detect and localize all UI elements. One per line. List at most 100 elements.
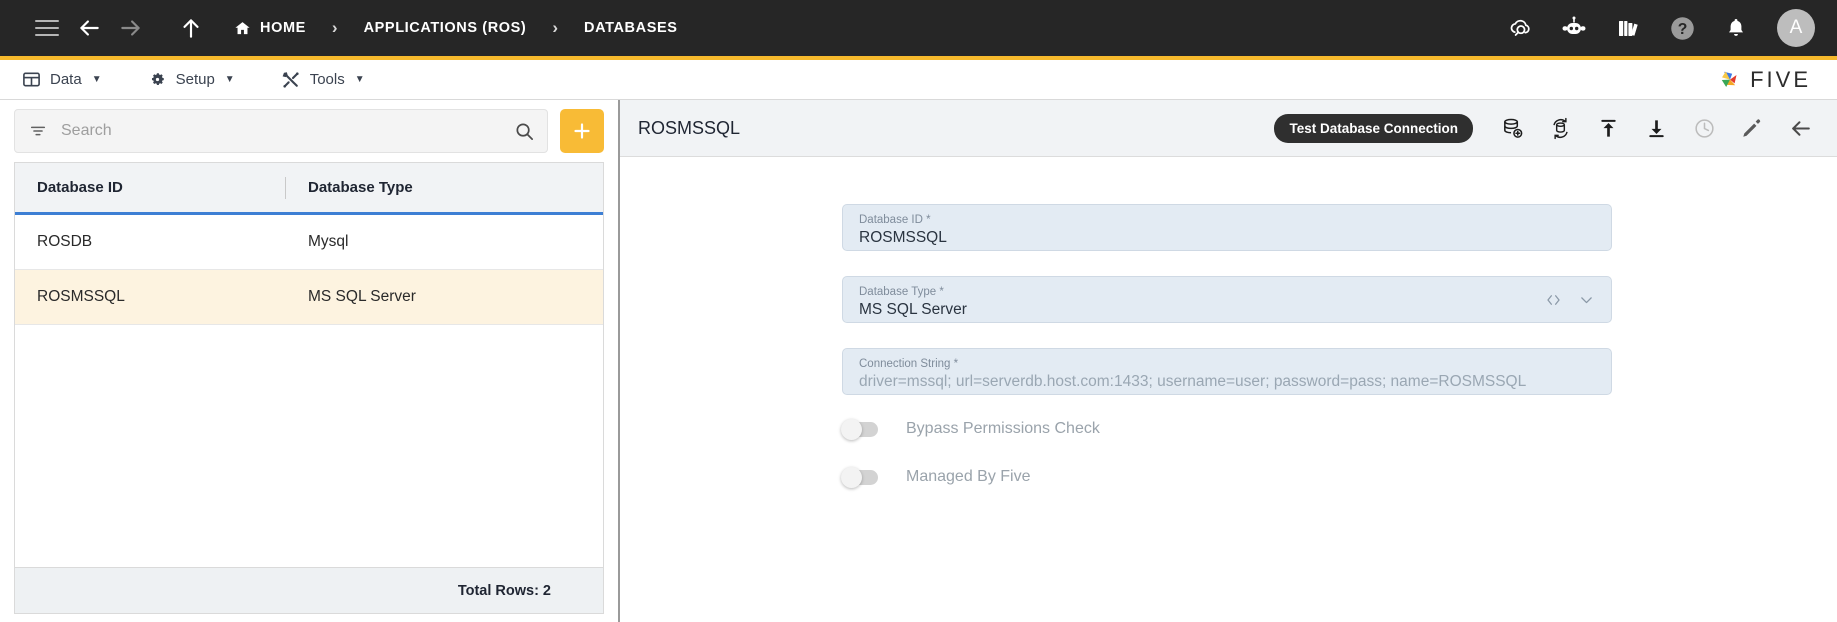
field-label: Database ID * [859, 214, 931, 226]
history-clock-icon [1694, 118, 1714, 138]
table-row[interactable]: ROSMSSQL MS SQL Server [15, 270, 603, 325]
upload-button[interactable] [1593, 113, 1623, 143]
help-circle-icon: ? [1670, 16, 1694, 40]
test-database-connection-button[interactable]: Test Database Connection [1274, 113, 1473, 143]
breadcrumb-label: DATABASES [584, 20, 678, 36]
bell-icon [1729, 19, 1743, 36]
form-column: Database ID * ROSMSSQL Database Type * M… [841, 204, 1612, 488]
database-sync-icon [1552, 117, 1568, 139]
code-brackets-icon[interactable] [1545, 291, 1562, 308]
cell-database-type: Mysql [308, 233, 349, 250]
menu-tools-label: Tools [309, 71, 345, 88]
bypass-permissions-label: Bypass Permissions Check [906, 420, 1100, 437]
search-input[interactable] [47, 122, 514, 140]
grid-body: ROSDB Mysql ROSMSSQL MS SQL Server [15, 215, 603, 567]
database-id-value: ROSMSSQL [859, 229, 947, 246]
breadcrumb-separator: › [331, 18, 338, 37]
left-panel-spacer [0, 614, 618, 622]
gear-icon [148, 70, 167, 89]
database-add-button[interactable] [1497, 113, 1527, 143]
hamburger-menu-button[interactable] [26, 7, 68, 49]
arrow-up-icon [183, 19, 199, 38]
grid-table-icon [22, 70, 41, 89]
total-rows-label: Total Rows: 2 [15, 567, 603, 613]
database-add-icon [1503, 118, 1522, 138]
breadcrumb-item-home[interactable]: HOME [234, 20, 306, 37]
menu-setup-label: Setup [175, 71, 215, 88]
cell-database-id: ROSMSSQL [37, 288, 125, 305]
download-button[interactable] [1641, 113, 1671, 143]
library-docs-button[interactable] [1611, 11, 1645, 45]
breadcrumb-item-databases[interactable]: DATABASES [584, 20, 677, 36]
user-avatar[interactable]: A [1777, 9, 1815, 47]
search-box[interactable] [14, 109, 548, 153]
menu-tools[interactable]: Tools ▼ [281, 70, 365, 90]
help-button[interactable]: ? [1665, 11, 1699, 45]
cloud-search-button[interactable] [1503, 11, 1537, 45]
workspace: Database ID Database Type ROSDB Mysql RO… [0, 100, 1837, 622]
nav-back-button[interactable] [68, 7, 110, 49]
magnifier-icon[interactable] [514, 121, 535, 142]
assistant-bot-button[interactable] [1557, 11, 1591, 45]
bypass-permissions-row: Bypass Permissions Check [841, 418, 1612, 440]
database-id-field[interactable]: Database ID * ROSMSSQL [842, 204, 1612, 251]
chevron-down-icon: ▼ [224, 74, 235, 85]
close-detail-button[interactable] [1785, 113, 1815, 143]
column-header-database-id[interactable]: Database ID [15, 179, 285, 196]
nav-forward-button[interactable] [110, 7, 152, 49]
menu-setup[interactable]: Setup ▼ [148, 70, 235, 89]
search-toolbar [0, 100, 618, 162]
svg-text:?: ? [1677, 21, 1687, 38]
detail-header: ROSMSSQL Test Database Connection [620, 100, 1837, 157]
edit-button[interactable] [1737, 113, 1767, 143]
application-menu-bar: Data ▼ Setup ▼ Tools ▼ FIVE [0, 60, 1837, 100]
database-list-panel: Database ID Database Type ROSDB Mysql RO… [0, 100, 620, 622]
managed-by-five-label: Managed By Five [906, 468, 1031, 485]
field-label: Database Type * [859, 286, 944, 298]
history-button[interactable] [1689, 113, 1719, 143]
database-sync-button[interactable] [1545, 113, 1575, 143]
breadcrumb-label: APPLICATIONS (ROS) [363, 20, 527, 36]
arrow-left-icon [80, 20, 99, 36]
add-database-button[interactable] [560, 109, 604, 153]
column-header-database-type[interactable]: Database Type [285, 179, 603, 196]
edit-pencil-icon [1742, 118, 1760, 137]
topbar-left-group: HOME › APPLICATIONS (ROS) › DATABASES [26, 7, 1503, 49]
breadcrumb-separator: › [552, 18, 559, 37]
filter-icon[interactable] [29, 122, 47, 140]
table-row[interactable]: ROSDB Mysql [15, 215, 603, 270]
breadcrumb-item-applications[interactable]: APPLICATIONS (ROS) [364, 20, 527, 36]
managed-by-five-toggle[interactable] [841, 466, 878, 488]
database-grid: Database ID Database Type ROSDB Mysql RO… [14, 162, 604, 614]
chevron-down-icon[interactable] [1578, 291, 1595, 308]
connection-string-value: driver=mssql; url=serverdb.host.com:1433… [859, 373, 1527, 390]
five-brand-logo: FIVE [1717, 67, 1811, 93]
connection-string-field[interactable]: Connection String * driver=mssql; url=se… [842, 348, 1612, 395]
hamburger-icon [35, 15, 59, 41]
grid-header-row: Database ID Database Type [15, 163, 603, 215]
menu-data[interactable]: Data ▼ [22, 70, 102, 89]
five-pinwheel-icon [1721, 71, 1737, 87]
database-form: Database ID * ROSMSSQL Database Type * M… [620, 157, 1837, 622]
breadcrumb: HOME › APPLICATIONS (ROS) › DATABASES [234, 18, 678, 38]
field-adornments [1545, 291, 1595, 308]
cell-database-id: ROSDB [37, 233, 93, 250]
chevron-down-icon: ▼ [354, 74, 365, 85]
breadcrumb-label: HOME [260, 20, 306, 36]
menu-data-label: Data [50, 71, 82, 88]
managed-by-five-row: Managed By Five [841, 466, 1612, 488]
arrow-right-icon [121, 20, 140, 36]
download-icon [1648, 119, 1664, 137]
database-type-value: MS SQL Server [859, 301, 967, 318]
upload-icon [1600, 119, 1616, 137]
database-type-field[interactable]: Database Type * MS SQL Server [842, 276, 1612, 323]
notifications-button[interactable] [1719, 11, 1753, 45]
top-navigation-bar: HOME › APPLICATIONS (ROS) › DATABASES ? … [0, 0, 1837, 56]
nav-up-button[interactable] [170, 7, 212, 49]
robot-icon [1562, 16, 1586, 34]
tools-icon [281, 70, 301, 90]
cloud-search-icon [1510, 19, 1530, 36]
field-label: Connection String * [859, 358, 959, 370]
database-detail-panel: ROSMSSQL Test Database Connection Databa… [620, 100, 1837, 622]
bypass-permissions-toggle[interactable] [841, 418, 878, 440]
